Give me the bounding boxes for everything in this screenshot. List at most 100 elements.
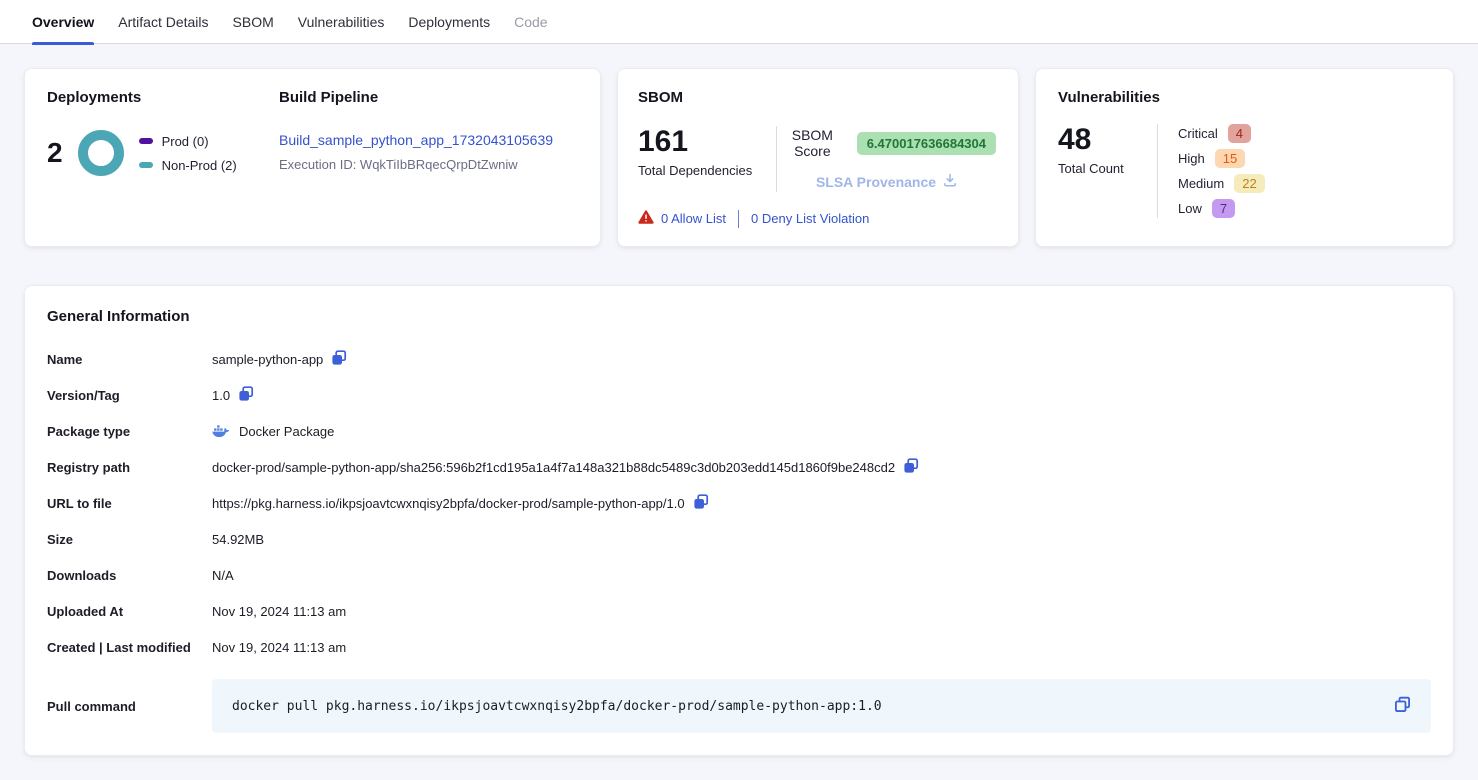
- severity-row-medium: Medium 22: [1178, 174, 1265, 193]
- page-content: Deployments 2 Prod (0) Non-Prod (2): [0, 44, 1478, 780]
- deployments-card: Deployments 2 Prod (0) Non-Prod (2): [24, 68, 601, 247]
- execution-id-text: Execution ID: WqkTiIbBRqecQrpDtZwniw: [279, 157, 578, 172]
- vulnerabilities-card: Vulnerabilities 48 Total Count Critical …: [1035, 68, 1454, 247]
- row-uploaded-at-value: Nov 19, 2024 11:13 am: [212, 604, 346, 619]
- copy-pull-command-button[interactable]: [1394, 696, 1411, 716]
- row-registry-path-value: docker-prod/sample-python-app/sha256:596…: [212, 460, 895, 475]
- row-size-label: Size: [47, 532, 212, 547]
- summary-cards-row: Deployments 2 Prod (0) Non-Prod (2): [24, 68, 1454, 247]
- row-downloads-value: N/A: [212, 568, 234, 583]
- severity-label-high: High: [1178, 151, 1205, 166]
- row-size: Size 54.92MB: [47, 521, 1431, 557]
- copy-icon: [1394, 696, 1411, 716]
- row-package-type: Package type Docker Package: [47, 413, 1431, 449]
- vulnerabilities-title: Vulnerabilities: [1058, 89, 1431, 106]
- vulnerabilities-total-label: Total Count: [1058, 161, 1157, 176]
- row-version-label: Version/Tag: [47, 388, 212, 403]
- download-icon: [943, 173, 957, 190]
- row-url-to-file-value: https://pkg.harness.io/ikpsjoavtcwxnqisy…: [212, 496, 685, 511]
- row-package-type-label: Package type: [47, 424, 212, 439]
- severity-count-medium: 22: [1234, 174, 1264, 193]
- sbom-total-block: 161 Total Dependencies: [638, 126, 776, 192]
- sbom-total: 161: [638, 126, 776, 158]
- general-information-card: General Information Name sample-python-a…: [24, 285, 1454, 756]
- severity-label-medium: Medium: [1178, 176, 1224, 191]
- severity-row-low: Low 7: [1178, 199, 1265, 218]
- deployments-section: Deployments 2 Prod (0) Non-Prod (2): [47, 89, 279, 226]
- row-package-type-value: Docker Package: [239, 424, 334, 439]
- row-downloads: Downloads N/A: [47, 557, 1431, 593]
- copy-url-button[interactable]: [693, 494, 709, 513]
- vulnerabilities-total: 48: [1058, 124, 1157, 156]
- slsa-provenance-label: SLSA Provenance: [816, 174, 936, 190]
- legend-item-nonprod: Non-Prod (2): [139, 158, 237, 173]
- tab-vulnerabilities[interactable]: Vulnerabilities: [298, 0, 385, 44]
- tab-deployments[interactable]: Deployments: [408, 0, 490, 44]
- severity-label-critical: Critical: [1178, 126, 1218, 141]
- row-uploaded-at-label: Uploaded At: [47, 604, 212, 619]
- allow-list-link[interactable]: 0 Allow List: [638, 210, 726, 227]
- row-name: Name sample-python-app: [47, 341, 1431, 377]
- row-created-modified-label: Created | Last modified: [47, 640, 212, 655]
- row-url-to-file: URL to file https://pkg.harness.io/ikpsj…: [47, 485, 1431, 521]
- copy-icon: [331, 350, 347, 369]
- row-created-modified: Created | Last modified Nov 19, 2024 11:…: [47, 629, 1431, 665]
- row-registry-path-label: Registry path: [47, 460, 212, 475]
- sbom-title: SBOM: [638, 89, 996, 106]
- severity-row-critical: Critical 4: [1178, 124, 1265, 143]
- severity-count-critical: 4: [1228, 124, 1251, 143]
- copy-registry-path-button[interactable]: [903, 458, 919, 477]
- links-divider: [738, 210, 739, 228]
- row-downloads-label: Downloads: [47, 568, 212, 583]
- legend-item-prod: Prod (0): [139, 134, 237, 149]
- severity-row-high: High 15: [1178, 149, 1265, 168]
- nonprod-legend-swatch: [139, 162, 153, 168]
- pull-command-text: docker pull pkg.harness.io/ikpsjoavtcwxn…: [232, 699, 882, 714]
- severity-count-low: 7: [1212, 199, 1235, 218]
- row-url-to-file-label: URL to file: [47, 496, 212, 511]
- sbom-total-label: Total Dependencies: [638, 163, 776, 178]
- deployments-donut-chart: [78, 130, 124, 176]
- row-pull-command-label: Pull command: [47, 699, 212, 714]
- deny-list-link[interactable]: 0 Deny List Violation: [751, 211, 869, 226]
- deny-list-label: 0 Deny List Violation: [751, 211, 869, 226]
- row-pull-command: Pull command docker pull pkg.harness.io/…: [47, 679, 1431, 733]
- copy-icon: [238, 386, 254, 405]
- pipeline-link[interactable]: Build_sample_python_app_1732043105639: [279, 132, 553, 148]
- row-registry-path: Registry path docker-prod/sample-python-…: [47, 449, 1431, 485]
- sbom-card: SBOM 161 Total Dependencies SBOM Score 6…: [617, 68, 1019, 247]
- row-uploaded-at: Uploaded At Nov 19, 2024 11:13 am: [47, 593, 1431, 629]
- warning-icon: [638, 210, 654, 227]
- tab-sbom[interactable]: SBOM: [233, 0, 274, 44]
- build-pipeline-title: Build Pipeline: [279, 89, 578, 106]
- row-version-value: 1.0: [212, 388, 230, 403]
- tab-code: Code: [514, 0, 547, 44]
- deployments-title: Deployments: [47, 89, 279, 106]
- copy-icon: [693, 494, 709, 513]
- row-name-label: Name: [47, 352, 212, 367]
- severity-label-low: Low: [1178, 201, 1202, 216]
- row-name-value: sample-python-app: [212, 352, 323, 367]
- tab-artifact-details[interactable]: Artifact Details: [118, 0, 208, 44]
- severity-count-high: 15: [1215, 149, 1245, 168]
- allow-list-label: 0 Allow List: [661, 211, 726, 226]
- docker-icon: [212, 425, 229, 438]
- build-pipeline-section: Build Pipeline Build_sample_python_app_1…: [279, 89, 578, 226]
- sbom-score-label: SBOM Score: [777, 127, 848, 159]
- row-created-modified-value: Nov 19, 2024 11:13 am: [212, 640, 346, 655]
- copy-version-button[interactable]: [238, 386, 254, 405]
- deployments-total: 2: [47, 137, 63, 169]
- prod-legend-swatch: [139, 138, 153, 144]
- nonprod-legend-label: Non-Prod (2): [162, 158, 237, 173]
- row-size-value: 54.92MB: [212, 532, 264, 547]
- slsa-provenance-link[interactable]: SLSA Provenance: [816, 173, 957, 190]
- copy-name-button[interactable]: [331, 350, 347, 369]
- copy-icon: [903, 458, 919, 477]
- general-information-title: General Information: [47, 308, 1431, 325]
- sbom-score-block: SBOM Score 6.470017636684304 SLSA Proven…: [777, 126, 996, 192]
- pull-command-box: docker pull pkg.harness.io/ikpsjoavtcwxn…: [212, 679, 1431, 733]
- row-version: Version/Tag 1.0: [47, 377, 1431, 413]
- sbom-score-badge: 6.470017636684304: [857, 132, 996, 155]
- tab-overview[interactable]: Overview: [32, 0, 94, 44]
- vulnerabilities-total-block: 48 Total Count: [1058, 124, 1157, 218]
